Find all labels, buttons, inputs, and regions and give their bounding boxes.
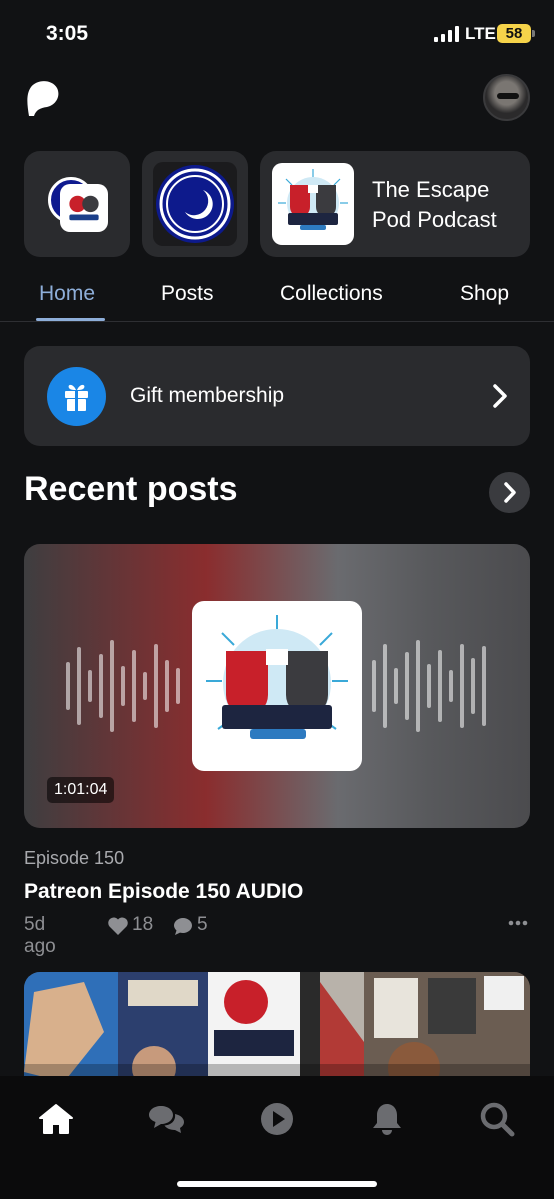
avatar[interactable]	[483, 74, 530, 121]
chevron-right-icon	[493, 384, 507, 408]
signal-icon	[434, 26, 459, 42]
creator-chip-moon[interactable]	[142, 151, 248, 257]
network-type: LTE	[465, 24, 496, 43]
comment-icon[interactable]	[172, 916, 194, 936]
chat-icon[interactable]	[146, 1099, 186, 1139]
tab-posts[interactable]: Posts	[161, 282, 214, 306]
home-indicator	[177, 1181, 377, 1187]
post-age: 5d ago	[24, 914, 56, 957]
creator-name: The Escape Pod Podcast	[372, 177, 497, 232]
avatar-sunglasses	[497, 93, 519, 99]
recent-posts-title: Recent posts	[24, 470, 238, 508]
battery-tip	[532, 30, 535, 37]
active-tab-indicator	[36, 318, 105, 321]
escape-pod-cover	[272, 163, 354, 245]
post-image[interactable]	[24, 972, 530, 1082]
escape-pod-logo-icon	[69, 195, 99, 221]
moon-logo-icon	[156, 165, 234, 243]
recent-posts-see-all-button[interactable]	[489, 472, 530, 513]
creator-chip-combined[interactable]	[24, 151, 130, 257]
tab-home[interactable]: Home	[39, 282, 95, 306]
status-time: 3:05	[46, 22, 89, 45]
creator-chip-escape-pod[interactable]: The Escape Pod Podcast	[260, 151, 530, 257]
tab-shop[interactable]: Shop	[460, 282, 509, 306]
patreon-logo-icon[interactable]	[25, 80, 59, 116]
post-title[interactable]: Patreon Episode 150 AUDIO	[24, 880, 303, 904]
post-collection-label: Episode 150	[24, 848, 125, 868]
escape-pod-logo-small	[60, 184, 108, 232]
gift-membership-label: Gift membership	[130, 384, 285, 407]
gift-icon	[65, 384, 88, 411]
chevron-right-icon	[504, 482, 516, 503]
audio-duration: 1:01:04	[47, 777, 115, 803]
creator-list: The Escape Pod Podcast	[24, 151, 530, 257]
heart-icon[interactable]	[107, 916, 129, 936]
like-count: 18	[132, 914, 154, 935]
studio-photo	[24, 972, 530, 1082]
comment-count: 5	[197, 914, 208, 935]
audio-post-card[interactable]: 1:01:04	[24, 544, 530, 828]
escape-pod-logo-icon	[278, 169, 348, 230]
escape-pod-logo-icon	[206, 615, 348, 739]
bell-icon[interactable]	[367, 1099, 407, 1139]
podcast-cover-art	[192, 601, 362, 771]
more-options-icon[interactable]	[508, 915, 528, 931]
home-icon[interactable]	[36, 1099, 76, 1139]
gift-membership-button[interactable]: Gift membership	[24, 346, 530, 446]
tab-collections[interactable]: Collections	[280, 282, 383, 306]
search-icon[interactable]	[477, 1099, 517, 1139]
battery-icon: 58	[497, 24, 531, 43]
status-bar: 3:05 LTE 58	[0, 0, 554, 68]
tab-bar: Home Posts Collections Shop	[0, 280, 554, 322]
gift-icon-circle	[47, 367, 106, 426]
play-icon[interactable]	[257, 1099, 297, 1139]
